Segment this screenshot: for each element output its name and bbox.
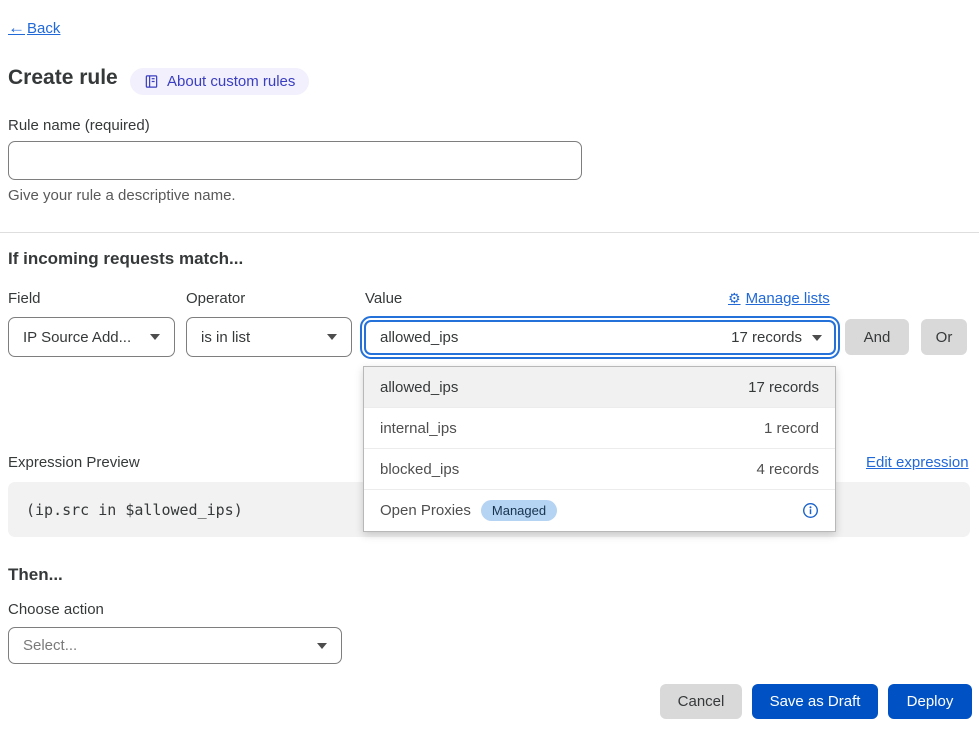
list-option-open-proxies[interactable]: Open Proxies Managed [364, 490, 835, 531]
edit-expression-link[interactable]: Edit expression [866, 454, 969, 471]
then-section-title: Then... [8, 565, 63, 585]
list-dropdown-menu: allowed_ips 17 records internal_ips 1 re… [363, 366, 836, 532]
operator-label: Operator [186, 290, 245, 307]
info-icon[interactable] [802, 502, 819, 519]
match-section-title: If incoming requests match... [8, 249, 243, 269]
list-option-name: Open Proxies [380, 502, 471, 519]
list-option-internal-ips[interactable]: internal_ips 1 record [364, 408, 835, 449]
about-badge-label: About custom rules [167, 73, 295, 90]
rule-name-input[interactable] [8, 141, 582, 180]
action-select[interactable]: Select... [8, 627, 342, 664]
about-custom-rules-badge[interactable]: About custom rules [130, 68, 309, 95]
value-select-records: 17 records [731, 329, 802, 346]
value-select[interactable]: allowed_ips 17 records [364, 320, 836, 355]
deploy-button[interactable]: Deploy [888, 684, 972, 719]
create-rule-page: ← Back Create rule About custom rules Ru… [0, 0, 979, 739]
expression-code: (ip.src in $allowed_ips) [26, 501, 243, 519]
rule-name-helper: Give your rule a descriptive name. [8, 187, 236, 204]
chevron-down-icon [150, 334, 160, 340]
value-label: Value [365, 290, 402, 307]
chevron-down-icon [327, 334, 337, 340]
operator-select-value: is in list [201, 329, 250, 346]
operator-select[interactable]: is in list [186, 317, 352, 357]
field-select[interactable]: IP Source Add... [8, 317, 175, 357]
field-label: Field [8, 290, 41, 307]
expression-preview-label: Expression Preview [8, 454, 140, 471]
cancel-button[interactable]: Cancel [660, 684, 742, 719]
field-select-value: IP Source Add... [23, 329, 131, 346]
and-button[interactable]: And [845, 319, 909, 355]
manage-lists-label: Manage lists [746, 290, 830, 307]
value-select-value: allowed_ips [380, 329, 458, 346]
managed-badge: Managed [481, 500, 557, 521]
gear-icon: ⚙ [728, 290, 741, 307]
back-link-label: Back [27, 20, 60, 37]
section-divider [0, 232, 979, 233]
back-arrow-icon: ← [8, 18, 25, 38]
page-title: Create rule [8, 66, 118, 90]
chevron-down-icon [317, 643, 327, 649]
list-option-name: allowed_ips [380, 379, 458, 396]
list-option-detail: 17 records [748, 379, 819, 396]
action-select-placeholder: Select... [23, 637, 77, 654]
rule-name-label: Rule name (required) [8, 117, 150, 134]
list-option-blocked-ips[interactable]: blocked_ips 4 records [364, 449, 835, 490]
list-option-name: internal_ips [380, 420, 457, 437]
list-option-detail: 1 record [764, 420, 819, 437]
list-option-name: blocked_ips [380, 461, 459, 478]
list-option-allowed-ips[interactable]: allowed_ips 17 records [364, 367, 835, 408]
manage-lists-link[interactable]: ⚙ Manage lists [728, 290, 830, 307]
list-option-detail: 4 records [756, 461, 819, 478]
back-link[interactable]: ← Back [8, 18, 60, 38]
save-as-draft-button[interactable]: Save as Draft [752, 684, 878, 719]
chevron-down-icon [812, 335, 822, 341]
choose-action-label: Choose action [8, 601, 104, 618]
or-button[interactable]: Or [921, 319, 967, 355]
book-icon [144, 74, 159, 89]
